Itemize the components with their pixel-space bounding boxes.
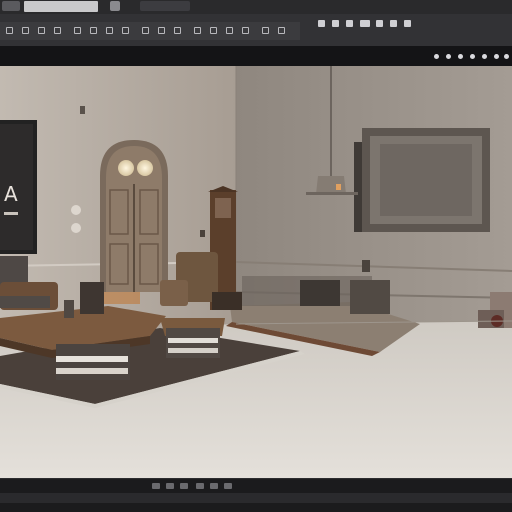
- tv-screen-text: A: [4, 182, 18, 206]
- marketplace-icon[interactable]: [404, 20, 411, 27]
- hanging-lamp: [316, 176, 346, 194]
- select-icon[interactable]: [6, 27, 13, 34]
- animation-icon[interactable]: [226, 27, 233, 34]
- launch-icon[interactable]: [360, 20, 370, 27]
- rotation-snap-icon[interactable]: [482, 54, 487, 59]
- maximize-icon[interactable]: [504, 54, 509, 59]
- frame-icon[interactable]: [196, 483, 204, 489]
- document-tab[interactable]: [24, 1, 98, 12]
- door-light-left: [118, 160, 134, 176]
- menu-bar: [0, 0, 512, 14]
- camera-speed-icon[interactable]: [494, 54, 499, 59]
- stop-icon[interactable]: [180, 483, 188, 489]
- paint-icon[interactable]: [262, 27, 269, 34]
- back-chairs: [300, 280, 340, 306]
- rotate-icon[interactable]: [38, 27, 45, 34]
- step-icon[interactable]: [346, 20, 353, 27]
- pause-icon[interactable]: [166, 483, 174, 489]
- menu-item[interactable]: [140, 1, 190, 11]
- pause-mode-icon[interactable]: [332, 20, 339, 27]
- door-light-right: [137, 160, 153, 176]
- tool-strip: [0, 22, 300, 40]
- foliage-icon[interactable]: [278, 27, 285, 34]
- lit-mode-icon[interactable]: [446, 54, 451, 59]
- editor-window: A: [0, 0, 512, 512]
- build-icon[interactable]: [376, 20, 383, 27]
- scale-icon[interactable]: [54, 27, 61, 34]
- timeline-bar: [0, 478, 512, 512]
- source-control-icon[interactable]: [390, 20, 397, 27]
- material-icon[interactable]: [142, 27, 149, 34]
- settings-icon[interactable]: [174, 27, 181, 34]
- layers-icon[interactable]: [194, 27, 201, 34]
- show-icon[interactable]: [458, 54, 463, 59]
- snap-icon[interactable]: [74, 27, 81, 34]
- play-icon[interactable]: [152, 483, 160, 489]
- main-toolbar: [0, 14, 512, 47]
- room-render: A: [0, 66, 512, 478]
- close-tab-icon[interactable]: [110, 1, 120, 11]
- move-icon[interactable]: [22, 27, 29, 34]
- perspective-icon[interactable]: [434, 54, 439, 59]
- record-icon[interactable]: [224, 483, 232, 489]
- scene-viewport[interactable]: A: [0, 66, 512, 478]
- play-mode-icon[interactable]: [318, 20, 325, 27]
- physics-icon[interactable]: [210, 27, 217, 34]
- terrain-icon[interactable]: [242, 27, 249, 34]
- viewport-header: [0, 46, 512, 66]
- timeline-icon[interactable]: [210, 483, 218, 489]
- grid-icon[interactable]: [90, 27, 97, 34]
- app-menu-button[interactable]: [2, 1, 20, 11]
- grid-snap-icon[interactable]: [470, 54, 475, 59]
- camera-icon[interactable]: [106, 27, 113, 34]
- light-icon[interactable]: [122, 27, 129, 34]
- timeline-track[interactable]: [0, 493, 512, 503]
- render-icon[interactable]: [158, 27, 165, 34]
